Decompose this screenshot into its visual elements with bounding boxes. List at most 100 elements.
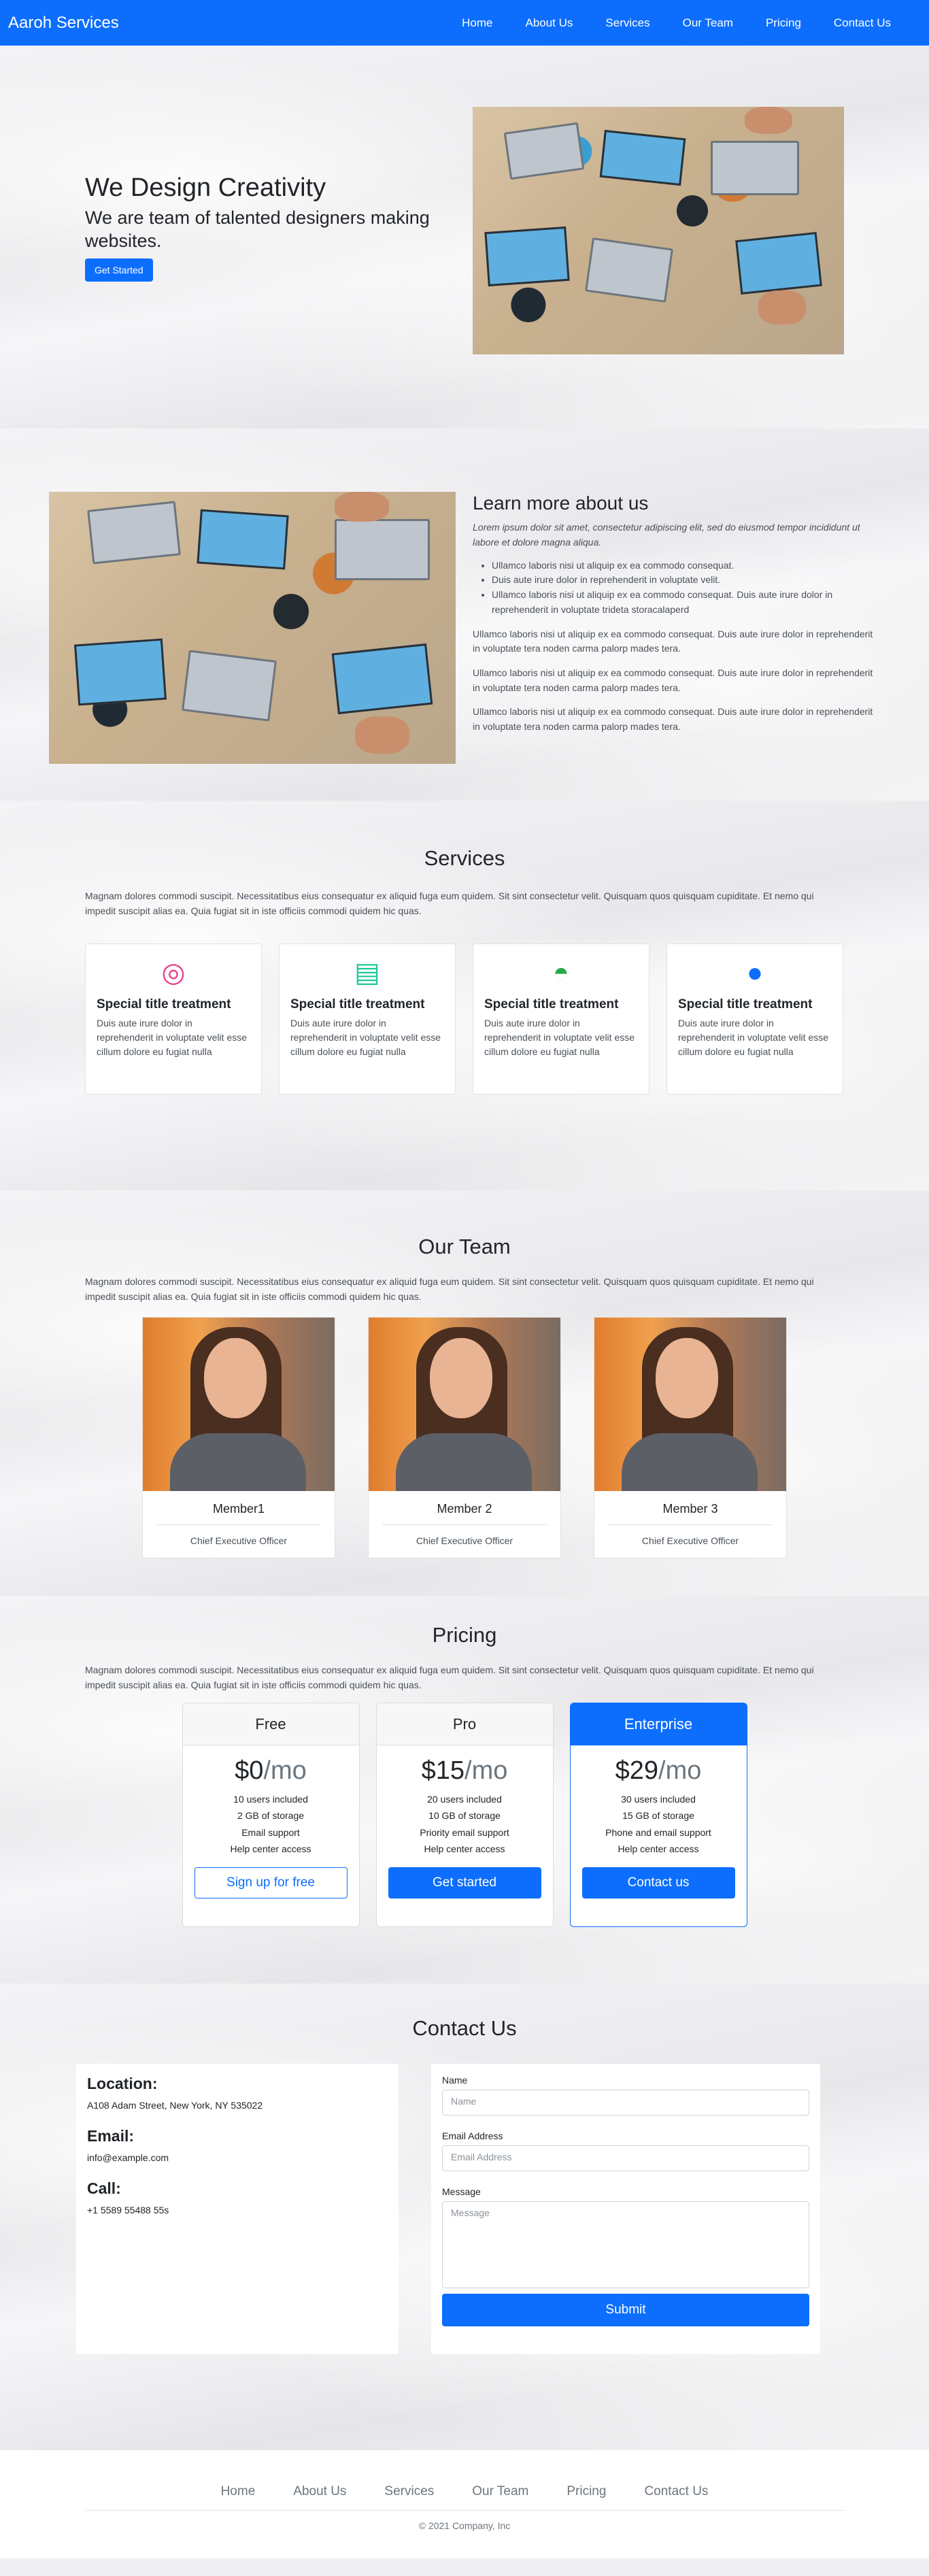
footer-link-services[interactable]: Services xyxy=(365,2484,453,2499)
plan-price: $0/mo xyxy=(235,1756,307,1785)
team-cards: Member1 Chief Executive Officer Member 2… xyxy=(0,1316,929,1558)
hero-text: We Design Creativity We are team of tale… xyxy=(85,173,466,282)
list-item: 10 users included xyxy=(233,1793,308,1805)
brand-logo[interactable]: Aaroh Services xyxy=(8,14,119,33)
hero-section: We Design Creativity We are team of tale… xyxy=(0,46,929,429)
document-icon: ▤ xyxy=(354,957,380,988)
team-section: Our Team Magnam dolores commodi suscipit… xyxy=(0,1190,929,1596)
member-card: Member1 Chief Executive Officer xyxy=(142,1316,335,1558)
footer-link-contact[interactable]: Contact Us xyxy=(625,2484,727,2499)
about-bullets: Ullamco laboris nisi ut aliquip ex ea co… xyxy=(492,558,881,618)
about-text: Learn more about us Lorem ipsum dolor si… xyxy=(473,488,881,744)
list-item: Help center access xyxy=(618,1843,699,1855)
list-item: 30 users included xyxy=(621,1793,696,1805)
service-card-title: Special title treatment xyxy=(97,997,231,1011)
hero-title: We Design Creativity xyxy=(85,173,326,202)
about-lead: Lorem ipsum dolor sit amet, consectetur … xyxy=(473,522,860,548)
pricing-title: Pricing xyxy=(432,1623,497,1647)
plan-features: 10 users included 2 GB of storage Email … xyxy=(183,1791,359,1858)
pricing-card-enterprise: Enterprise $29/mo 30 users included 15 G… xyxy=(569,1702,747,1927)
about-image xyxy=(49,492,456,764)
contact-us-button[interactable]: Contact us xyxy=(581,1867,735,1898)
footer: Home About Us Services Our Team Pricing … xyxy=(0,2450,929,2558)
call-label: Call: xyxy=(87,2179,121,2197)
nav-link-contact[interactable]: Contact Us xyxy=(817,16,907,30)
footer-divider xyxy=(85,2510,844,2511)
get-started-button[interactable]: Get Started xyxy=(85,258,153,282)
email-text: info@example.com xyxy=(87,2152,169,2163)
member-photo xyxy=(594,1317,786,1491)
footer-link-team[interactable]: Our Team xyxy=(453,2484,547,2499)
plan-price: $29/mo xyxy=(615,1756,702,1785)
footer-link-pricing[interactable]: Pricing xyxy=(547,2484,625,2499)
phone-text: +1 5589 55488 55s xyxy=(87,2205,169,2215)
pricing-cards: Free $0/mo 10 users included 2 GB of sto… xyxy=(0,1702,929,1927)
copyright: © 2021 Company, Inc xyxy=(418,2520,511,2531)
plan-features: 30 users included 15 GB of storage Phone… xyxy=(571,1791,747,1858)
member-photo xyxy=(143,1317,335,1491)
name-label: Name xyxy=(442,2075,468,2086)
about-paragraph: Ullamco laboris nisi ut aliquip ex ea co… xyxy=(473,628,873,654)
service-card: ◎ Special title treatment Duis aute irur… xyxy=(85,943,262,1094)
sign-up-button[interactable]: Sign up for free xyxy=(194,1867,348,1898)
member-name: Member 3 xyxy=(608,1491,773,1525)
services-title: Services xyxy=(424,846,505,870)
get-started-plan-button[interactable]: Get started xyxy=(388,1867,541,1898)
service-card-text: Duis aute irure dolor in reprehenderit i… xyxy=(484,1017,635,1057)
plan-name: Free xyxy=(182,1703,359,1745)
contact-section: Contact Us Location: A108 Adam Street, N… xyxy=(0,1984,929,2450)
member-photo xyxy=(369,1317,560,1491)
about-paragraph: Ullamco laboris nisi ut aliquip ex ea co… xyxy=(473,706,873,732)
about-section: Learn more about us Lorem ipsum dolor si… xyxy=(0,429,929,801)
list-item: Help center access xyxy=(230,1843,311,1855)
pricing-card-pro: Pro $15/mo 20 users included 10 GB of st… xyxy=(375,1702,554,1927)
list-item: 15 GB of storage xyxy=(622,1810,694,1822)
message-label: Message xyxy=(442,2186,481,2197)
service-card-title: Special title treatment xyxy=(678,997,813,1011)
service-card-text: Duis aute irure dolor in reprehenderit i… xyxy=(97,1017,248,1057)
nav-links: Home About Us Services Our Team Pricing … xyxy=(445,16,907,30)
email-field[interactable]: Email Address xyxy=(442,2145,809,2171)
pricing-card-free: Free $0/mo 10 users included 2 GB of sto… xyxy=(182,1702,360,1927)
email-label: Email: xyxy=(87,2127,135,2145)
navbar: Aaroh Services Home About Us Services Ou… xyxy=(0,0,929,46)
member-card: Member 2 Chief Executive Officer xyxy=(368,1316,561,1558)
contact-title: Contact Us xyxy=(412,2016,517,2040)
hero-subtitle: We are team of talented designers making… xyxy=(85,207,430,251)
name-field[interactable]: Name xyxy=(442,2090,809,2115)
about-title: Learn more about us xyxy=(473,492,649,514)
message-field[interactable]: Message xyxy=(442,2201,809,2288)
hero-image xyxy=(473,107,844,354)
list-item: Help center access xyxy=(424,1843,505,1855)
location-label: Location: xyxy=(87,2075,158,2092)
team-title: Our Team xyxy=(418,1235,511,1258)
list-item: 20 users included xyxy=(427,1793,502,1805)
nav-link-pricing[interactable]: Pricing xyxy=(749,16,817,30)
contact-form: Name Name Email Address Email Address Me… xyxy=(431,2064,820,2354)
team-description: Magnam dolores commodi suscipit. Necessi… xyxy=(85,1276,814,1303)
nav-link-about[interactable]: About Us xyxy=(509,16,589,30)
member-role: Chief Executive Officer xyxy=(641,1535,739,1546)
email-field-label: Email Address xyxy=(442,2130,503,2141)
globe-icon: ● xyxy=(746,957,764,988)
member-name: Member1 xyxy=(156,1491,321,1525)
member-role: Chief Executive Officer xyxy=(190,1535,288,1546)
nav-link-team[interactable]: Our Team xyxy=(666,16,749,30)
pricing-description: Magnam dolores commodi suscipit. Necessi… xyxy=(85,1665,814,1691)
services-description: Magnam dolores commodi suscipit. Necessi… xyxy=(85,890,814,917)
services-cards: ◎ Special title treatment Duis aute irur… xyxy=(0,943,929,1094)
service-card-title: Special title treatment xyxy=(484,997,619,1011)
footer-link-home[interactable]: Home xyxy=(202,2484,275,2499)
footer-links: Home About Us Services Our Team Pricing … xyxy=(0,2484,929,2499)
list-item: 10 GB of storage xyxy=(428,1810,501,1822)
plan-price: $15/mo xyxy=(421,1756,508,1785)
member-role: Chief Executive Officer xyxy=(416,1535,513,1546)
submit-button[interactable]: Submit xyxy=(442,2294,809,2326)
list-item: Ullamco laboris nisi ut aliquip ex ea co… xyxy=(492,558,881,573)
list-item: Email support xyxy=(241,1826,300,1838)
service-card: ● Special title treatment Duis aute irur… xyxy=(666,943,843,1094)
nav-link-services[interactable]: Services xyxy=(589,16,666,30)
services-section: Services Magnam dolores commodi suscipit… xyxy=(0,801,929,1190)
nav-link-home[interactable]: Home xyxy=(445,16,509,30)
footer-link-about[interactable]: About Us xyxy=(274,2484,365,2499)
